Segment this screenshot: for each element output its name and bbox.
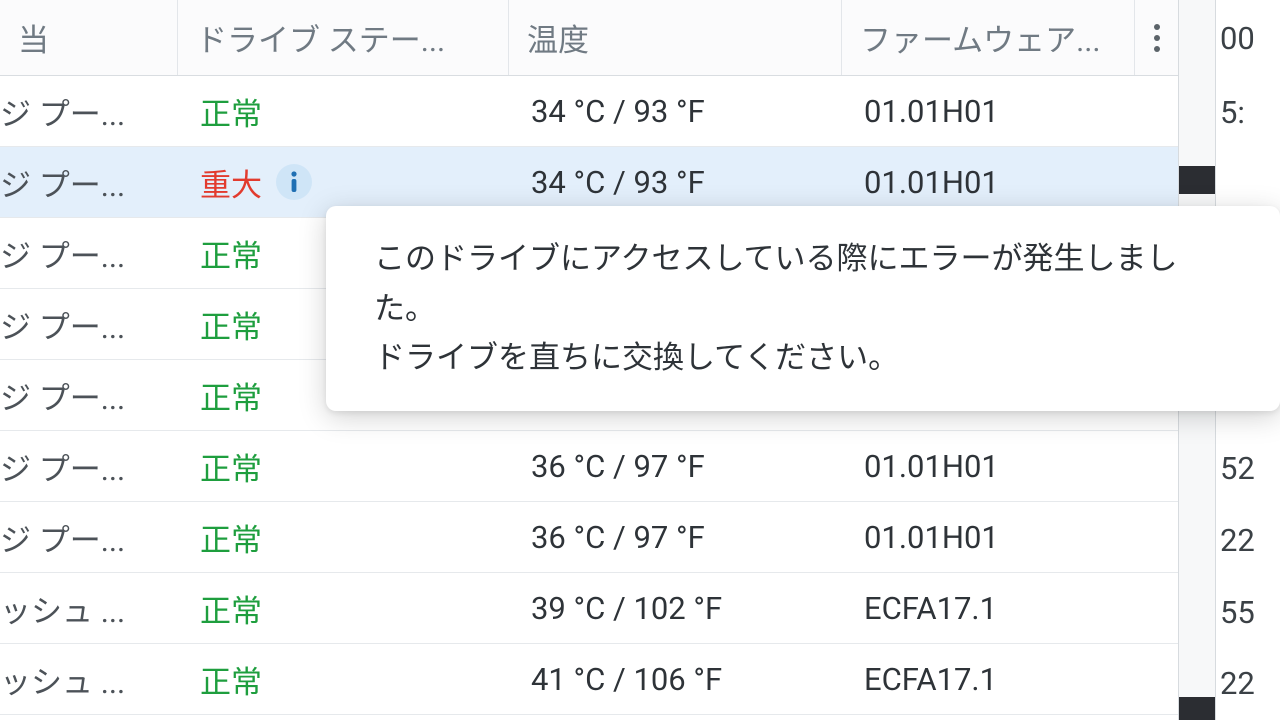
cell-firmware: 01.01H01	[842, 448, 1135, 485]
table-row[interactable]: ジ プー... 正常 36 °C / 97 °F01.01H01	[0, 502, 1178, 573]
cell-assign: ジ プー...	[0, 373, 178, 418]
tooltip-line: このドライブにアクセスしている際にエラーが発生しました。	[374, 234, 1232, 333]
status-ok: 正常	[200, 444, 262, 489]
cell-temperature: 36 °C / 97 °F	[509, 519, 842, 556]
panel-text: 22	[1220, 522, 1255, 559]
cell-temperature: 39 °C / 102 °F	[509, 590, 842, 627]
status-ok: 正常	[200, 89, 262, 134]
col-header-assign[interactable]: 当	[0, 0, 178, 75]
cell-firmware: 01.01H01	[842, 93, 1135, 130]
col-header-temperature[interactable]: 温度	[509, 0, 842, 75]
col-header-firmware[interactable]: ファームウェア...	[842, 0, 1135, 75]
cell-temperature: 41 °C / 106 °F	[509, 661, 842, 698]
scrollbar-thumb[interactable]	[1179, 166, 1215, 194]
cell-drive-state: 正常	[178, 586, 509, 631]
cell-assign: ッシュ ...	[0, 586, 178, 631]
panel-text: 52	[1220, 450, 1255, 487]
status-ok: 正常	[200, 302, 262, 347]
cell-temperature: 36 °C / 97 °F	[509, 448, 842, 485]
cell-drive-state: 正常	[178, 89, 509, 134]
table-row[interactable]: ッシュ ... 正常 41 °C / 106 °FECFA17.1	[0, 644, 1178, 715]
col-header-drive-state[interactable]: ドライブ ステー...	[178, 0, 509, 75]
table-row[interactable]: ジ プー... 正常 34 °C / 93 °F01.01H01	[0, 76, 1178, 147]
status-ok: 正常	[200, 586, 262, 631]
cell-assign: ッシュ ...	[0, 657, 178, 702]
status-ok: 正常	[200, 373, 262, 418]
column-options-button[interactable]	[1135, 0, 1178, 75]
cell-temperature: 34 °C / 93 °F	[509, 93, 842, 130]
cell-assign: ジ プー...	[0, 231, 178, 276]
table-row[interactable]: ジ プー... 正常 36 °C / 97 °F01.01H01	[0, 431, 1178, 502]
cell-assign: ジ プー...	[0, 444, 178, 489]
cell-firmware: ECFA17.1	[842, 661, 1135, 698]
panel-text: 00	[1220, 20, 1255, 57]
status-ok: 正常	[200, 515, 262, 560]
table-header-row: 当 ドライブ ステー... 温度 ファームウェア...	[0, 0, 1178, 76]
panel-text: 55	[1220, 594, 1255, 631]
scrollbar-thumb[interactable]	[1179, 697, 1215, 720]
status-ok: 正常	[200, 657, 262, 702]
cell-firmware: 01.01H01	[842, 519, 1135, 556]
cell-assign: ジ プー...	[0, 89, 178, 134]
table-row[interactable]: ッシュ ... 正常 39 °C / 102 °FECFA17.1	[0, 573, 1178, 644]
cell-firmware: 01.01H01	[842, 164, 1135, 201]
cell-drive-state: 正常	[178, 657, 509, 702]
cell-temperature: 34 °C / 93 °F	[509, 164, 842, 201]
panel-text: 22	[1220, 665, 1255, 702]
drive-error-tooltip: このドライブにアクセスしている際にエラーが発生しました。 ドライブを直ちに交換し…	[326, 206, 1280, 411]
kebab-icon	[1135, 0, 1178, 75]
cell-assign: ジ プー...	[0, 160, 178, 205]
cell-assign: ジ プー...	[0, 515, 178, 560]
status-ok: 正常	[200, 231, 262, 276]
cell-drive-state: 重大	[178, 160, 509, 205]
cell-assign: ジ プー...	[0, 302, 178, 347]
cell-drive-state: 正常	[178, 444, 509, 489]
cell-firmware: ECFA17.1	[842, 590, 1135, 627]
panel-text: 5:	[1220, 94, 1245, 131]
tooltip-line: ドライブを直ちに交換してください。	[374, 333, 1232, 383]
status-critical: 重大	[200, 160, 262, 205]
info-icon[interactable]	[276, 164, 312, 200]
cell-drive-state: 正常	[178, 515, 509, 560]
